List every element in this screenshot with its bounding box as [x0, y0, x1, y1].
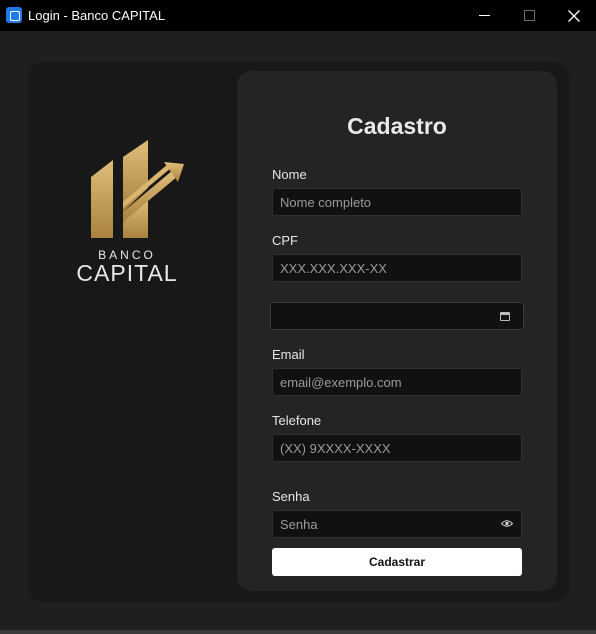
close-icon: [568, 9, 580, 22]
bottom-edge: [0, 630, 596, 634]
minimize-button[interactable]: [461, 0, 507, 31]
form-title: Cadastro: [347, 113, 447, 139]
minimize-icon: [478, 15, 490, 16]
cpf-label: CPF: [272, 233, 298, 248]
close-button[interactable]: [551, 0, 596, 31]
app-window: Login - Banco CAPITAL BANCO CAPITAL Cada…: [0, 0, 596, 634]
title-bar: Login - Banco CAPITAL: [0, 0, 596, 31]
cadastrar-button[interactable]: Cadastrar: [272, 548, 522, 576]
senha-label: Senha: [272, 489, 310, 504]
eye-icon[interactable]: [501, 519, 513, 528]
telefone-label: Telefone: [272, 413, 322, 428]
nome-input[interactable]: [272, 188, 522, 216]
maximize-icon: [523, 10, 535, 21]
brand-line-capital: CAPITAL: [76, 260, 178, 286]
email-label: Email: [272, 347, 305, 362]
birthdate-input[interactable]: [270, 302, 524, 330]
nome-label: Nome: [272, 167, 307, 182]
calendar-icon[interactable]: [500, 312, 510, 321]
senha-input[interactable]: [272, 510, 522, 538]
maximize-button[interactable]: [506, 0, 552, 31]
telefone-input[interactable]: [272, 434, 522, 462]
window-title: Login - Banco CAPITAL: [28, 8, 166, 23]
app-icon: [6, 7, 22, 23]
cpf-input[interactable]: [272, 254, 522, 282]
email-input[interactable]: [272, 368, 522, 396]
